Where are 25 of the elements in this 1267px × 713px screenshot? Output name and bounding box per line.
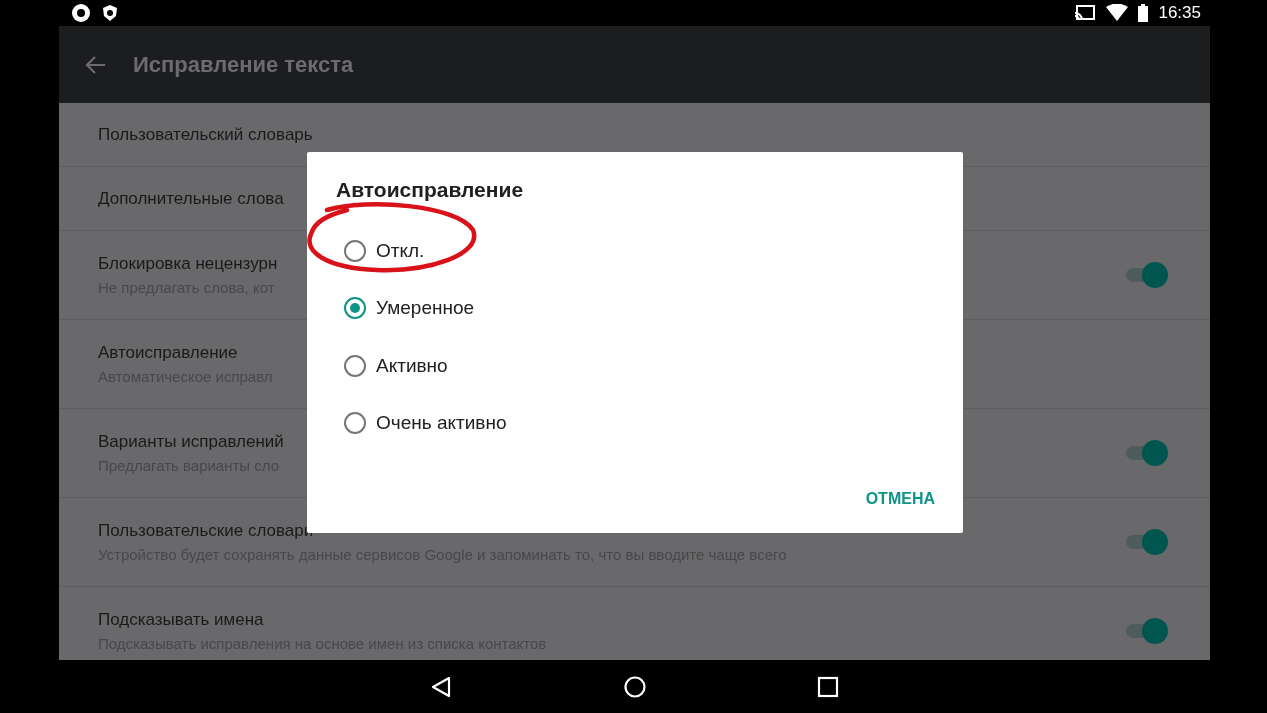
dialog-title: Автоисправление bbox=[336, 178, 525, 202]
setting-title: Подсказывать имена bbox=[98, 610, 264, 630]
option-label[interactable]: Откл. bbox=[376, 239, 425, 262]
radio-button[interactable] bbox=[343, 296, 367, 321]
setting-title: Дополнительные слова bbox=[98, 188, 284, 209]
clock: 16:35 bbox=[1158, 3, 1201, 23]
setting-title: Пользовательский словарь bbox=[98, 124, 313, 145]
radio-button[interactable] bbox=[343, 411, 367, 436]
recents-icon[interactable] bbox=[816, 675, 839, 698]
shield-icon bbox=[101, 4, 119, 22]
wifi-icon bbox=[1106, 4, 1129, 22]
battery-icon bbox=[1138, 4, 1149, 22]
cast-icon bbox=[1074, 4, 1097, 22]
option-label[interactable]: Активно bbox=[376, 354, 448, 377]
back-arrow-icon[interactable] bbox=[85, 53, 107, 76]
setting-title: Варианты исправлений bbox=[98, 432, 284, 452]
screen-title: Исправление текста bbox=[133, 51, 354, 78]
option-label[interactable]: Очень активно bbox=[376, 412, 507, 435]
radio-button[interactable] bbox=[343, 353, 367, 378]
radio-button[interactable] bbox=[343, 238, 367, 263]
option-label[interactable]: Умеренное bbox=[376, 297, 475, 320]
setting-title: Автоисправление bbox=[98, 343, 238, 363]
setting-title: Блокировка нецензурн bbox=[98, 254, 278, 274]
record-icon bbox=[71, 3, 91, 23]
home-icon[interactable] bbox=[622, 674, 647, 699]
